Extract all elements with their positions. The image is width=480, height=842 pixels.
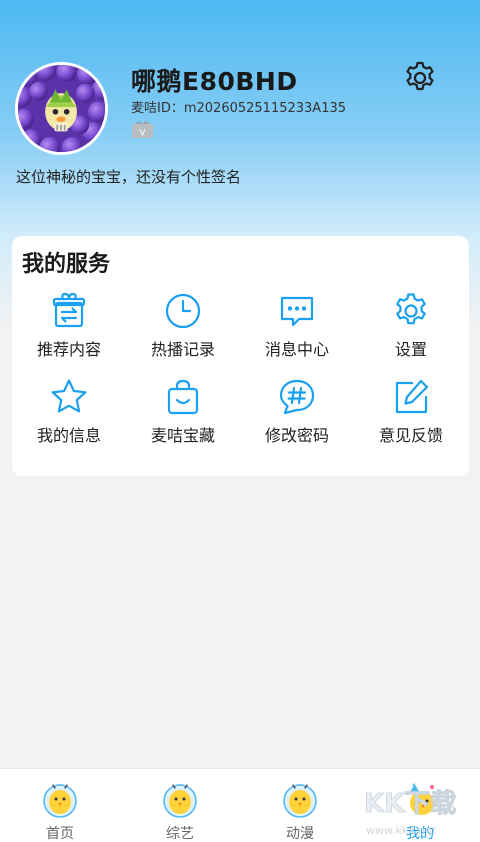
service-item-treasure[interactable]: 麦咭宝藏 (126, 377, 240, 457)
gear-icon (391, 291, 431, 331)
service-label: 意见反馈 (378, 426, 443, 445)
service-label: 麦咭宝藏 (150, 426, 215, 445)
gift-exchange-icon (49, 291, 89, 331)
shopping-bag-icon (163, 377, 203, 417)
service-label: 修改密码 (264, 426, 329, 445)
svg-text:V: V (139, 129, 146, 139)
avatar[interactable] (15, 62, 108, 155)
avatar-image (18, 65, 105, 152)
service-item-feedback[interactable]: 意见反馈 (354, 377, 468, 457)
settings-gear-icon[interactable] (402, 60, 438, 96)
user-id: 麦咭ID：m20260525115233A135 (131, 101, 347, 116)
tab-anime[interactable]: 动漫 (240, 769, 360, 842)
tab-label: 我的 (406, 826, 434, 842)
service-label: 推荐内容 (36, 340, 101, 359)
chick-party-icon (400, 779, 440, 819)
service-item-settings[interactable]: 设置 (354, 291, 468, 371)
services-title: 我的服务 (22, 252, 111, 277)
bottom-tab-bar: 首页 综艺 动漫 我的 (0, 768, 480, 842)
tab-label: 综艺 (166, 826, 194, 842)
tab-mine[interactable]: 我的 (360, 769, 480, 842)
tab-label: 动漫 (286, 826, 314, 842)
tab-home[interactable]: 首页 (0, 769, 120, 842)
chick-variety-icon (160, 779, 200, 819)
service-label: 消息中心 (264, 340, 329, 359)
profile-section: 哪鹅E80BHD 麦咭ID：m20260525115233A135 V 这位神秘… (0, 0, 480, 230)
service-item-messages[interactable]: 消息中心 (240, 291, 354, 371)
edit-icon (391, 377, 431, 417)
tab-variety[interactable]: 综艺 (120, 769, 240, 842)
chick-anime-icon (280, 779, 320, 819)
service-item-history[interactable]: 热播记录 (126, 291, 240, 371)
vip-badge-icon: V (131, 121, 154, 139)
service-item-recommend[interactable]: 推荐内容 (12, 291, 126, 371)
service-label: 我的信息 (36, 426, 101, 445)
service-label: 设置 (394, 340, 427, 359)
hash-bubble-icon (277, 377, 317, 417)
user-signature[interactable]: 这位神秘的宝宝，还没有个性签名 (16, 166, 241, 187)
clock-icon (163, 291, 203, 331)
services-card: 我的服务 推荐内容 热播记录 消息中心 设置 我的信息 麦咭宝藏 修改密码 意见… (12, 236, 469, 476)
star-icon (49, 377, 89, 417)
user-nickname: 哪鹅E80BHD (131, 67, 298, 96)
tab-label: 首页 (46, 826, 74, 842)
service-item-my-info[interactable]: 我的信息 (12, 377, 126, 457)
service-label: 热播记录 (150, 340, 215, 359)
chick-home-icon (40, 779, 80, 819)
service-item-change-password[interactable]: 修改密码 (240, 377, 354, 457)
message-bubble-icon (277, 291, 317, 331)
